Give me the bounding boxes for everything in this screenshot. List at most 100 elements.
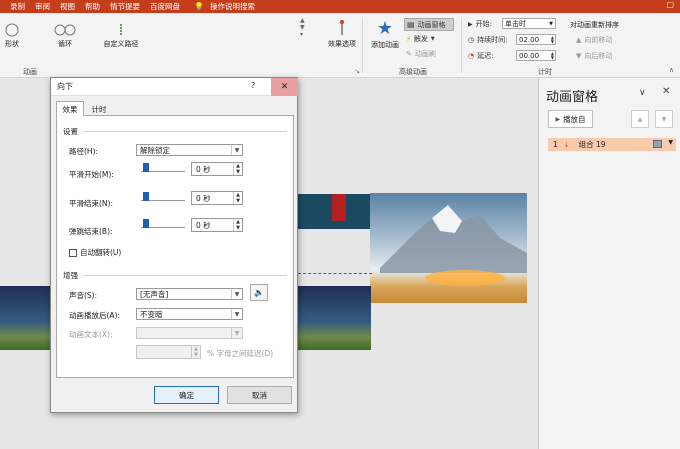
gallery-scroll[interactable]: ▲ ▼ ▾ bbox=[300, 17, 310, 38]
duration-input[interactable]: 02.00 ▲ ▼ bbox=[516, 34, 556, 45]
slider-thumb[interactable] bbox=[143, 192, 149, 201]
auto-reverse-row[interactable]: 自动翻转(U) bbox=[69, 247, 121, 258]
tab-storyboard[interactable]: 情节提要 bbox=[110, 1, 140, 12]
move-later-button[interactable]: ▼ 向后移动 bbox=[576, 51, 612, 61]
animate-text-select[interactable]: ▼ bbox=[136, 327, 243, 339]
play-from-button[interactable]: ▶ 播放自 bbox=[548, 110, 593, 128]
smooth-end-value: 0 秒 bbox=[196, 193, 211, 203]
item-index: 1 bbox=[553, 140, 558, 149]
gallery-shape-label: 形状 bbox=[5, 40, 19, 48]
animation-pane-label: 动画窗格 bbox=[417, 20, 446, 29]
gallery-custom-path-label: 自定义路径 bbox=[103, 40, 139, 48]
star-icon: ★ bbox=[376, 18, 394, 39]
smooth-start-slider[interactable] bbox=[141, 163, 185, 172]
custom-path-icon bbox=[120, 24, 122, 36]
tab-effect[interactable]: 效果 bbox=[56, 101, 84, 116]
spin-arrows-icon[interactable]: ▲ ▼ bbox=[551, 51, 554, 60]
smooth-start-input[interactable]: 0 秒 ▲ ▼ bbox=[191, 162, 243, 176]
slide-red-bar[interactable] bbox=[332, 194, 346, 221]
trigger-button[interactable]: ⚡ 触发 ▼ bbox=[406, 34, 435, 44]
animation-painter-button[interactable]: ✎ 动画刷 bbox=[406, 49, 436, 59]
gallery-shape[interactable]: 形状 bbox=[2, 23, 22, 49]
help-button[interactable]: ? bbox=[251, 81, 255, 90]
tab-record[interactable]: 录制 bbox=[10, 1, 25, 12]
slider-thumb[interactable] bbox=[143, 219, 149, 228]
duration-text: 持续时间: bbox=[477, 36, 508, 44]
animation-pane: 动画窗格 ∨ ✕ ▶ 播放自 ▲ ▼ 1 ⇣ 组合 19 ▼ bbox=[538, 78, 680, 449]
delay-label: ◔ 延迟: bbox=[468, 51, 493, 61]
play-from-label: 播放自 bbox=[563, 114, 586, 124]
ribbon-display-icon[interactable]: ▢ bbox=[666, 0, 674, 9]
mountain-photo[interactable] bbox=[370, 193, 527, 303]
spin-arrows-icon[interactable]: ▲ ▼ bbox=[191, 346, 200, 358]
ribbon-separator bbox=[461, 17, 462, 73]
start-label: ▶ 开始: bbox=[468, 19, 492, 29]
after-animation-select[interactable]: 不变暗 ▼ bbox=[136, 308, 243, 320]
slider-thumb[interactable] bbox=[143, 163, 149, 172]
close-icon[interactable]: ✕ bbox=[662, 86, 670, 97]
bounce-end-input[interactable]: 0 秒 ▲ ▼ bbox=[191, 218, 243, 232]
motion-path-line[interactable] bbox=[298, 273, 372, 274]
move-up-button[interactable]: ▲ bbox=[631, 110, 649, 128]
duration-value: 02.00 bbox=[519, 35, 540, 44]
smooth-end-label: 平滑结束(N): bbox=[69, 199, 113, 208]
ok-button[interactable]: 确定 bbox=[154, 386, 219, 404]
effect-options-label: 效果选项 bbox=[328, 40, 356, 48]
arrow-up-icon: ▲ bbox=[576, 36, 582, 44]
chevron-down-icon[interactable]: ▼ bbox=[668, 139, 673, 146]
add-animation-button[interactable]: ★ 添加动画 bbox=[368, 18, 402, 50]
tab-baidu-netdisk[interactable]: 百度网盘 bbox=[150, 1, 180, 12]
section-divider bbox=[83, 275, 287, 276]
cancel-button[interactable]: 取消 bbox=[227, 386, 292, 404]
smooth-end-input[interactable]: 0 秒 ▲ ▼ bbox=[191, 191, 243, 205]
smooth-start-label: 平滑开始(M): bbox=[69, 170, 114, 179]
start-select[interactable]: 单击时 ▼ bbox=[502, 18, 556, 29]
chevron-down-icon: ▼ bbox=[231, 328, 242, 338]
chevron-down-icon: ▼ bbox=[231, 289, 242, 299]
letter-delay-input[interactable]: ▲ ▼ bbox=[136, 345, 201, 359]
animate-text-label: 动画文本(X): bbox=[69, 330, 113, 339]
start-value: 单击时 bbox=[505, 19, 526, 28]
spin-arrows-icon[interactable]: ▲ ▼ bbox=[233, 192, 242, 204]
close-button[interactable]: ✕ bbox=[271, 78, 298, 96]
move-down-button[interactable]: ▼ bbox=[655, 110, 673, 128]
settings-section-label: 设置 bbox=[63, 127, 78, 136]
spin-arrows-icon[interactable]: ▲ ▼ bbox=[551, 35, 554, 44]
path-select[interactable]: 解除锁定 ▼ bbox=[136, 144, 243, 156]
move-earlier-button[interactable]: ▲ 向前移动 bbox=[576, 35, 612, 45]
lightbulb-icon: 💡 bbox=[194, 2, 204, 11]
dialog-titlebar: 向下 ? ✕ bbox=[51, 78, 298, 96]
bounce-end-slider[interactable] bbox=[141, 219, 185, 228]
tell-me-search[interactable]: 操作说明搜索 bbox=[210, 1, 255, 12]
smooth-end-slider[interactable] bbox=[141, 192, 185, 201]
duration-label: ◷ 持续时间: bbox=[468, 35, 507, 45]
gallery-loop[interactable]: 循环 bbox=[50, 23, 80, 49]
sound-label: 声音(S): bbox=[69, 291, 98, 300]
timing-bar bbox=[653, 140, 662, 148]
spin-arrows-icon[interactable]: ▲ ▼ bbox=[233, 219, 242, 231]
animation-pane-button[interactable]: ▤ 动画窗格 bbox=[404, 18, 454, 31]
move-earlier-label: 向前移动 bbox=[584, 36, 613, 44]
shape-path-icon bbox=[5, 23, 19, 37]
gallery-custom-path[interactable]: 自定义路径 bbox=[98, 23, 144, 49]
bounce-end-label: 弹跳结束(B): bbox=[69, 227, 113, 236]
group-timing-label: 计时 bbox=[538, 68, 552, 76]
dialog-launcher-icon[interactable]: ↘ bbox=[355, 68, 360, 75]
effect-options-button[interactable]: 效果选项 bbox=[324, 19, 360, 49]
sound-select[interactable]: [无声音] ▼ bbox=[136, 288, 243, 300]
spin-arrows-icon[interactable]: ▲ ▼ bbox=[233, 163, 242, 175]
tab-view[interactable]: 视图 bbox=[60, 1, 75, 12]
effect-options-icon bbox=[340, 20, 344, 35]
tab-help[interactable]: 帮助 bbox=[85, 1, 100, 12]
auto-reverse-checkbox[interactable] bbox=[69, 248, 77, 257]
speaker-icon[interactable]: 🔈 bbox=[250, 284, 268, 301]
collapse-ribbon-icon[interactable]: ∧ bbox=[669, 66, 674, 74]
animation-list-item[interactable]: 1 ⇣ 组合 19 ▼ bbox=[548, 138, 676, 151]
tab-review[interactable]: 审阅 bbox=[35, 1, 50, 12]
chevron-down-icon[interactable]: ∨ bbox=[639, 88, 646, 98]
mountain-shape bbox=[380, 205, 527, 286]
delay-input[interactable]: 00.00 ▲ ▼ bbox=[516, 50, 556, 61]
smooth-start-value: 0 秒 bbox=[196, 164, 211, 174]
bounce-end-value: 0 秒 bbox=[196, 220, 211, 230]
item-label: 组合 19 bbox=[578, 140, 606, 149]
